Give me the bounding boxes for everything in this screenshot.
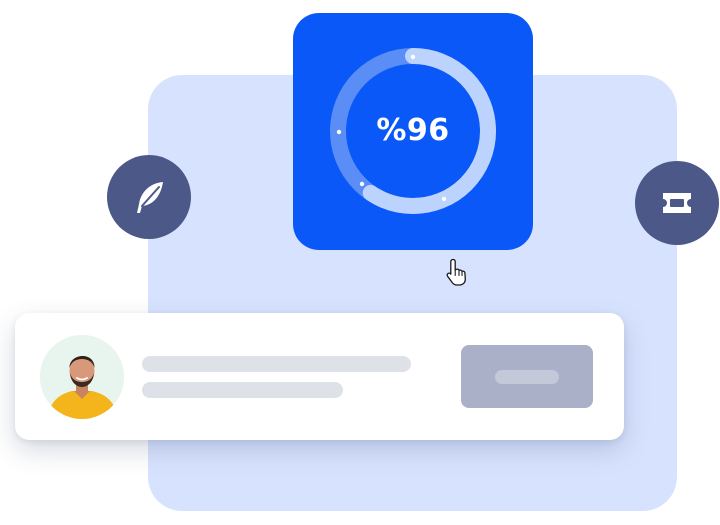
- feather-button[interactable]: [107, 155, 191, 239]
- hand-pointer-icon: [446, 258, 466, 286]
- progress-dot: [441, 196, 447, 202]
- placeholder-action-button[interactable]: [461, 345, 593, 408]
- person-avatar-icon: [40, 335, 124, 419]
- progress-dot: [359, 181, 365, 187]
- progress-dot: [410, 54, 416, 60]
- progress-card: %96: [293, 13, 533, 250]
- feather-icon: [137, 182, 163, 213]
- placeholder-text-line: [142, 382, 343, 398]
- ticket-button[interactable]: [635, 161, 719, 245]
- illustration-stage: %96: [0, 0, 720, 525]
- ticket-icon: [663, 193, 691, 213]
- placeholder-button-label: [495, 370, 559, 384]
- profile-card: [15, 313, 624, 440]
- percent-label: %96: [376, 113, 450, 148]
- avatar: [40, 335, 124, 419]
- placeholder-text-line: [142, 356, 411, 372]
